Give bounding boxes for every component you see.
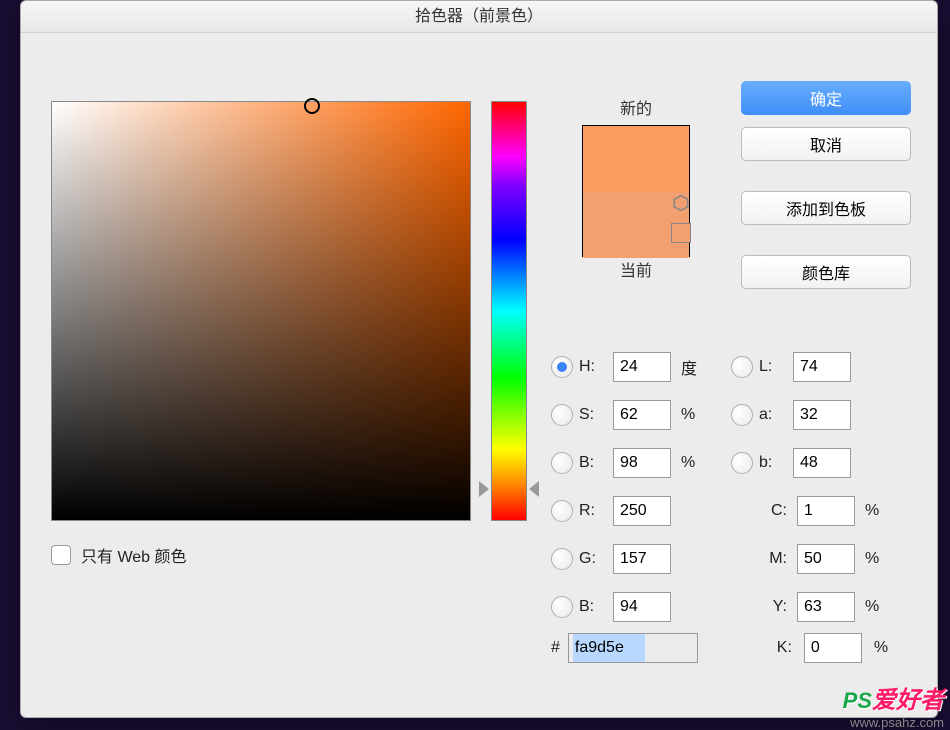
radio-r[interactable]: [551, 500, 573, 522]
color-fields: H: 度 L: S: %: [551, 343, 911, 631]
input-y[interactable]: [797, 592, 855, 622]
label-r: R:: [579, 502, 607, 520]
cancel-button[interactable]: 取消: [741, 127, 911, 161]
input-m[interactable]: [797, 544, 855, 574]
radio-l[interactable]: [731, 356, 753, 378]
hue-arrow-right-icon[interactable]: [529, 481, 539, 497]
gamut-warning-icon[interactable]: [671, 193, 691, 213]
color-picker-dialog: 拾色器（前景色） 新的 当前 确定 取消 添加到色板 颜色库: [20, 0, 938, 718]
radio-s[interactable]: [551, 404, 573, 426]
sv-cursor[interactable]: [304, 98, 320, 114]
hue-slider[interactable]: [491, 101, 527, 521]
unit-m: %: [861, 550, 889, 568]
label-b-lab: b:: [759, 454, 787, 472]
label-b-rgb: B:: [579, 598, 607, 616]
label-s: S:: [579, 406, 607, 424]
hex-label: #: [551, 639, 560, 657]
input-s[interactable]: [613, 400, 671, 430]
input-r[interactable]: [613, 496, 671, 526]
dialog-content: 新的 当前 确定 取消 添加到色板 颜色库 H: 度: [21, 33, 937, 717]
dialog-title: 拾色器（前景色）: [21, 1, 937, 33]
unit-y: %: [861, 598, 889, 616]
radio-b-hsb[interactable]: [551, 452, 573, 474]
label-a: a:: [759, 406, 787, 424]
input-c[interactable]: [797, 496, 855, 526]
watermark-ps: PS: [843, 688, 872, 713]
hex-row: # K: %: [551, 633, 898, 663]
web-colors-checkbox[interactable]: [51, 545, 71, 565]
input-b-hsb[interactable]: [613, 448, 671, 478]
color-libraries-button[interactable]: 颜色库: [741, 255, 911, 289]
label-b-hsb: B:: [579, 454, 607, 472]
input-b-rgb[interactable]: [613, 592, 671, 622]
radio-h[interactable]: [551, 356, 573, 378]
label-g: G:: [579, 550, 607, 568]
unit-s: %: [677, 406, 705, 424]
radio-g[interactable]: [551, 548, 573, 570]
label-m: M:: [759, 550, 787, 568]
unit-b-hsb: %: [677, 454, 705, 472]
color-preview: 新的 当前: [556, 95, 716, 287]
ok-button[interactable]: 确定: [741, 81, 911, 115]
label-l: L:: [759, 358, 787, 376]
input-hex[interactable]: [568, 633, 698, 663]
unit-c: %: [861, 502, 889, 520]
unit-k: %: [870, 639, 898, 657]
gamut-suggested-swatch[interactable]: [671, 223, 691, 243]
radio-b-rgb[interactable]: [551, 596, 573, 618]
watermark-cn: 爱好者: [872, 687, 944, 714]
label-k: K:: [764, 639, 792, 657]
input-l[interactable]: [793, 352, 851, 382]
button-column: 确定 取消 添加到色板 颜色库: [741, 81, 911, 301]
label-c: C:: [759, 502, 787, 520]
input-k[interactable]: [804, 633, 862, 663]
watermark-url: www.psahz.com: [843, 715, 944, 730]
input-b-lab[interactable]: [793, 448, 851, 478]
unit-h: 度: [677, 355, 705, 379]
web-colors-only[interactable]: 只有 Web 颜色: [51, 543, 187, 567]
new-color-label: 新的: [556, 95, 716, 119]
input-h[interactable]: [613, 352, 671, 382]
hue-arrow-left-icon[interactable]: [479, 481, 489, 497]
swatch-new[interactable]: [583, 126, 689, 192]
radio-a[interactable]: [731, 404, 753, 426]
current-color-label: 当前: [556, 257, 716, 281]
add-to-swatches-button[interactable]: 添加到色板: [741, 191, 911, 225]
watermark: PS爱好者 www.psahz.com: [843, 680, 944, 730]
saturation-brightness-panel[interactable]: [51, 101, 471, 521]
input-a[interactable]: [793, 400, 851, 430]
web-colors-label: 只有 Web 颜色: [81, 543, 187, 567]
label-h: H:: [579, 358, 607, 376]
radio-b-lab[interactable]: [731, 452, 753, 474]
input-g[interactable]: [613, 544, 671, 574]
label-y: Y:: [759, 598, 787, 616]
